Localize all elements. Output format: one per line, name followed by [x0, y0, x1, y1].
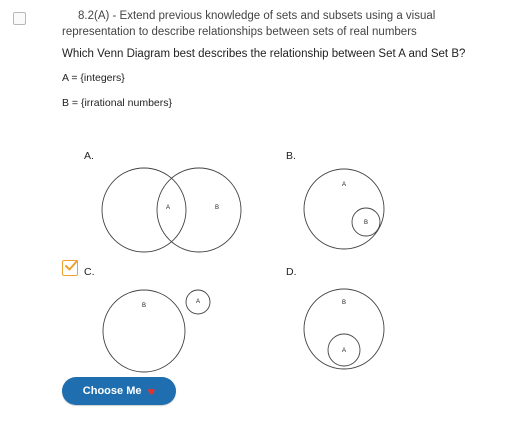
option-d-diagram: B A — [303, 288, 385, 370]
standard-text: 8.2(A) - Extend previous knowledge of se… — [62, 8, 442, 40]
heart-icon: ♥ — [147, 383, 156, 399]
question-checkbox[interactable] — [13, 12, 26, 25]
option-c-selected-checkbox[interactable] — [62, 260, 78, 276]
question-text: Which Venn Diagram best describes the re… — [62, 48, 466, 60]
option-c-diagram: B A — [102, 289, 211, 373]
option-a-circle-1 — [101, 167, 187, 253]
option-a-circle-2-label: B — [215, 205, 219, 211]
option-b-inner-label: B — [364, 220, 368, 226]
option-b-outer-label: A — [342, 182, 346, 188]
choose-me-button[interactable]: Choose Me ♥ — [62, 377, 176, 405]
set-a-definition: A = {integers} — [62, 72, 125, 84]
option-d-outer-label: B — [342, 300, 346, 306]
option-c-small-label: A — [196, 299, 200, 305]
option-a-diagram: A B — [101, 167, 242, 253]
option-b-diagram: A B — [303, 168, 385, 250]
option-c-big-label: B — [142, 303, 146, 309]
standard-line-2: representation to describe relationships… — [62, 26, 417, 38]
option-d-inner-label: A — [342, 348, 346, 354]
option-c-label: C. — [84, 266, 95, 278]
option-b-label: B. — [286, 150, 296, 162]
choose-me-label: Choose Me — [82, 385, 142, 397]
set-b-definition: B = {irrational numbers} — [62, 97, 173, 109]
checkmark-icon — [65, 260, 78, 271]
standard-line-1: 8.2(A) - Extend previous knowledge of se… — [78, 10, 436, 22]
option-a-label: A. — [84, 150, 94, 162]
option-a-circle-1-label: A — [166, 205, 170, 211]
option-d-label: D. — [286, 266, 297, 278]
